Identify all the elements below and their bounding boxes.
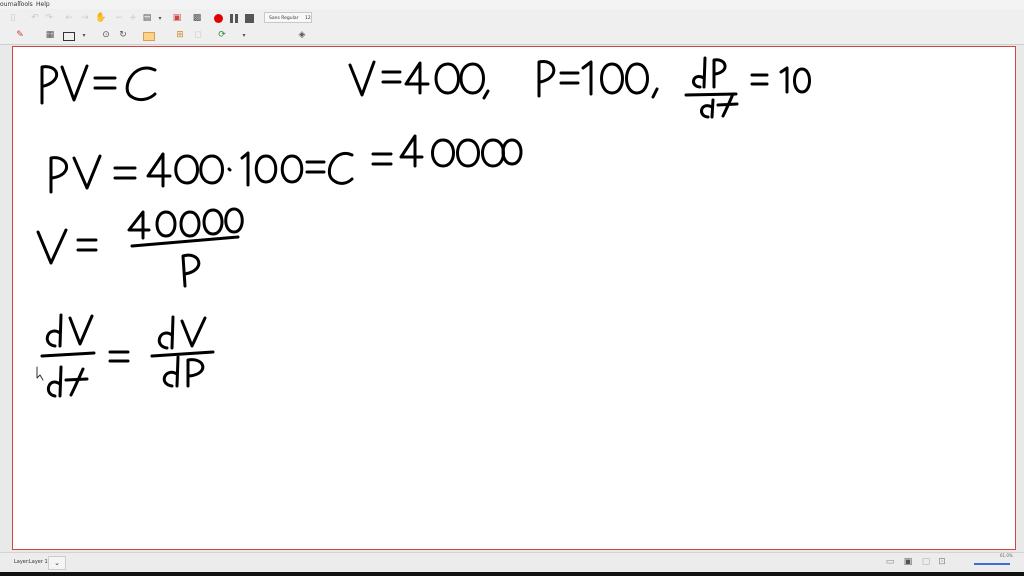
mouse-cursor-icon [36,366,44,381]
layer-value: Layer 1 [29,559,48,565]
fit-width-icon[interactable]: ▢ [920,556,932,568]
equation-pv-equals-c [40,64,157,105]
zoom-slider[interactable] [974,563,1010,565]
zoom-reset-icon[interactable]: ⊡ [936,556,948,568]
taskbar-strip [0,572,1024,576]
zoom-text: 61.0% [1000,553,1013,558]
handwriting-canvas [36,56,811,398]
equation-v-fraction [36,207,244,288]
layer-label: Layer: [14,559,30,565]
equation-pv-product [49,134,523,194]
page-view-icon[interactable]: ▭ [884,556,896,568]
fit-page-icon[interactable]: ▣ [902,556,914,568]
status-bar: Layer: Layer 1 ⌄ ▭ ▣ ▢ ⊡ 61.0% [0,552,1024,573]
equation-dv-dt-chain-rule [40,313,215,398]
equation-given-values [348,56,811,119]
layer-dropdown[interactable]: ⌄ [48,556,66,570]
